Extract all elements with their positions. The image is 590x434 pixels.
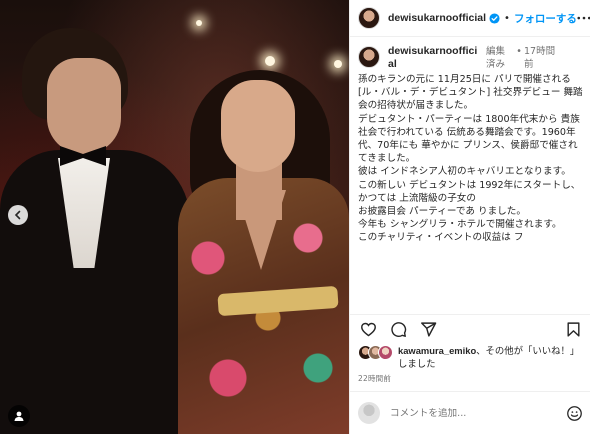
liker-avatars [358,345,394,361]
share-button[interactable] [418,320,438,340]
liker-username[interactable]: kawamura_emiko [398,345,476,356]
action-bar [350,314,590,344]
bookmark-icon [566,322,580,337]
smiley-icon [566,405,582,421]
comment-button[interactable] [388,320,408,340]
likes-text: kawamura_emiko、その他が「いいね！」しました [398,344,583,371]
header-separator: • [504,12,510,24]
caption-time[interactable]: 17時間前 [524,45,560,71]
post-timestamp[interactable]: 22時間前 [358,373,391,384]
avatar[interactable] [378,345,393,360]
photo-woman-face [221,80,295,172]
header-username[interactable]: dewisukarnoofficial [388,12,486,24]
photo-light [196,20,202,26]
heart-icon [360,322,376,337]
post-side-panel: dewisukarnoofficial • フォローする dewisukarno… [349,0,590,434]
caption-meta: 編集済み • 17時間前 [486,45,560,71]
post-header: dewisukarnoofficial • フォローする [350,0,590,37]
user-tag-icon [14,411,24,421]
caption-line: この新しい デビュタントは 1992年にスタートし、かつては 上流階級の子女の [358,179,581,204]
caption-line: お披露目会 パーティーであ りました。 [358,206,526,218]
photo-man-face [47,58,121,154]
post-photo[interactable] [0,0,349,434]
chevron-left-icon [14,210,21,220]
caption-area: dewisukarnoofficial 編集済み • 17時間前 孫のキランの元… [350,38,590,314]
comment-icon [390,322,406,337]
save-button[interactable] [563,320,583,340]
photo-light [334,60,342,68]
user-tags-button[interactable] [8,405,30,427]
avatar[interactable] [358,7,380,29]
more-options-button[interactable] [577,10,590,26]
carousel-prev-button[interactable] [8,205,28,225]
caption-user-wrap: dewisukarnoofficial [388,45,480,71]
caption-text: 孫のキランの元に 11月25日に パリで開催される [ル・バル・デ・デビュタント… [358,73,583,245]
paper-plane-icon [420,322,436,337]
caption-username[interactable]: dewisukarnoofficial [388,45,480,71]
likes-summary: kawamura_emiko、その他が「いいね！」しました [358,344,583,371]
avatar [358,402,380,424]
caption-header: dewisukarnoofficial 編集済み • 17時間前 [358,45,583,71]
comment-input[interactable] [390,407,565,419]
emoji-button[interactable] [565,404,583,422]
avatar[interactable] [358,46,380,68]
caption-line: このチャリティ・イベントの収益は フ [358,232,524,244]
more-dots-icon [577,16,590,20]
edited-label: 編集済み [486,46,506,70]
comment-bar [350,391,590,434]
caption-line: 今年も シャングリラ・ホテルで開催されます。 [358,219,562,231]
like-button[interactable] [358,320,378,340]
verified-badge-icon [489,12,500,24]
caption-line: デビュタント・パーティーは 1800年代末から 貴族社会で行われている 伝統ある… [358,113,580,165]
caption-line: 彼は インドネシア人初のキャバリエとなります。 [358,166,571,178]
photo-light [265,56,275,66]
caption-line: 孫のキランの元に 11月25日に パリで開催される [ル・バル・デ・デビュタント… [358,74,583,112]
follow-button[interactable]: フォローする [514,11,577,26]
caption-separator: • [516,46,522,57]
